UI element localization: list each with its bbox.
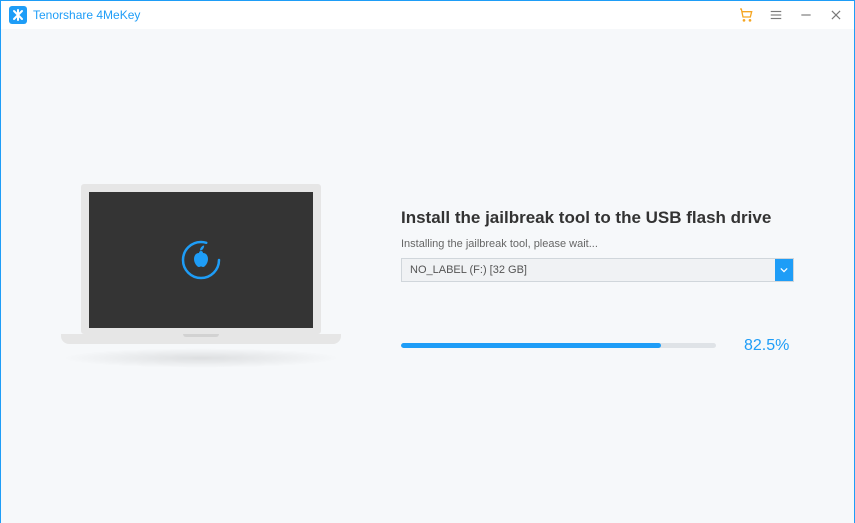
progress-pane: Install the jailbreak tool to the USB fl… bbox=[401, 198, 854, 355]
drive-select-value: NO_LABEL (F:) [32 GB] bbox=[402, 259, 775, 281]
content-area: Install the jailbreak tool to the USB fl… bbox=[1, 29, 854, 523]
progress-row: 82.5% bbox=[401, 337, 794, 355]
status-text: Installing the jailbreak tool, please wa… bbox=[401, 238, 794, 250]
laptop-screen bbox=[81, 184, 321, 334]
illustration-pane bbox=[1, 184, 401, 368]
titlebar-controls bbox=[738, 7, 844, 23]
minimize-icon[interactable] bbox=[798, 7, 814, 23]
drive-select[interactable]: NO_LABEL (F:) [32 GB] bbox=[401, 258, 794, 282]
progress-fill bbox=[401, 343, 661, 348]
chevron-down-icon[interactable] bbox=[775, 259, 793, 281]
menu-icon[interactable] bbox=[768, 7, 784, 23]
app-logo-icon bbox=[9, 6, 27, 24]
progress-percent: 82.5% bbox=[744, 337, 794, 355]
titlebar-left: Tenorshare 4MeKey bbox=[9, 6, 140, 24]
laptop-base bbox=[61, 334, 341, 344]
laptop-illustration bbox=[61, 184, 341, 368]
progress-bar bbox=[401, 343, 716, 348]
cart-icon[interactable] bbox=[738, 7, 754, 23]
spinner-apple-icon bbox=[177, 236, 225, 284]
app-title: Tenorshare 4MeKey bbox=[33, 8, 140, 22]
laptop-shadow bbox=[61, 348, 341, 368]
close-icon[interactable] bbox=[828, 7, 844, 23]
titlebar: Tenorshare 4MeKey bbox=[1, 1, 854, 29]
main-heading: Install the jailbreak tool to the USB fl… bbox=[401, 208, 794, 228]
